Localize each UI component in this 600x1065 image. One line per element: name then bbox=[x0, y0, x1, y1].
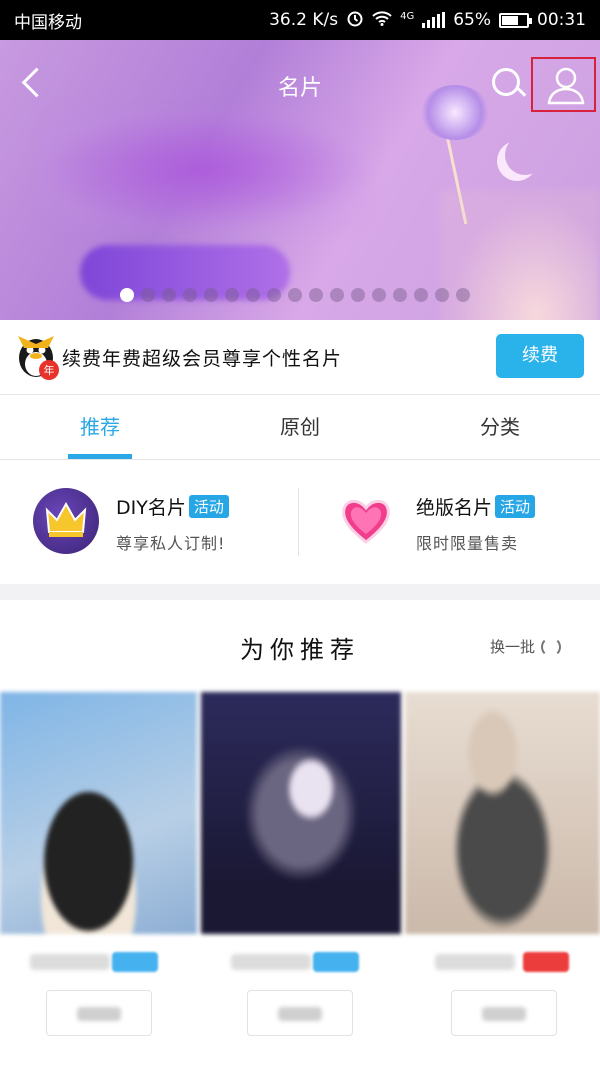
banner-headline-art bbox=[40, 110, 370, 230]
moon-icon bbox=[505, 135, 545, 175]
clock: 00:31 bbox=[537, 10, 586, 30]
refresh-label: 换一批 bbox=[490, 638, 536, 656]
banner-pager-dots[interactable] bbox=[120, 288, 470, 302]
card-action-button[interactable] bbox=[451, 990, 557, 1036]
card-tag-blurred bbox=[523, 952, 569, 972]
vip-promo-text: 续费年费超级会员尊享个性名片 bbox=[62, 348, 343, 370]
vip-renew-row: 年 续费年费超级会员尊享个性名片 续费 bbox=[0, 320, 600, 394]
card-preview-image bbox=[0, 692, 197, 934]
feature-divider bbox=[298, 488, 299, 556]
tab-original[interactable]: 原创 bbox=[268, 395, 332, 459]
pager-dot[interactable] bbox=[204, 288, 218, 302]
pager-dot[interactable] bbox=[288, 288, 302, 302]
pager-dot[interactable] bbox=[183, 288, 197, 302]
diy-card-entry[interactable]: DIY名片 活动 尊享私人订制! bbox=[0, 460, 298, 584]
svg-text:年: 年 bbox=[44, 363, 55, 377]
card-name-blurred bbox=[435, 954, 515, 970]
diy-card-subtitle: 尊享私人订制! bbox=[116, 534, 226, 553]
recommend-cards bbox=[0, 692, 600, 1065]
pager-dot[interactable] bbox=[225, 288, 239, 302]
pager-dot[interactable] bbox=[414, 288, 428, 302]
pager-dot[interactable] bbox=[162, 288, 176, 302]
card-name-blurred bbox=[231, 954, 311, 970]
pager-dot[interactable] bbox=[246, 288, 260, 302]
pager-dot[interactable] bbox=[351, 288, 365, 302]
limited-card-title-row: 绝版名片 活动 bbox=[416, 493, 536, 520]
card-preview-image bbox=[405, 692, 600, 934]
pager-dot[interactable] bbox=[309, 288, 323, 302]
recommend-card[interactable] bbox=[405, 692, 600, 1065]
card-action-button[interactable] bbox=[46, 990, 152, 1036]
recommend-card[interactable] bbox=[201, 692, 401, 1065]
activity-badge: 活动 bbox=[188, 495, 229, 518]
diy-card-title: DIY名片 bbox=[116, 497, 186, 519]
network-speed: 36.2 K/s bbox=[269, 10, 339, 30]
renew-button[interactable]: 续费 bbox=[496, 334, 584, 378]
limited-card-subtitle: 限时限量售卖 bbox=[416, 534, 519, 553]
carrier-name: 中国移动 bbox=[14, 12, 82, 33]
card-preview-image bbox=[201, 692, 401, 934]
heart-icon bbox=[338, 492, 394, 548]
signal-icon bbox=[422, 12, 446, 28]
card-action-button[interactable] bbox=[247, 990, 353, 1036]
pager-dot[interactable] bbox=[456, 288, 470, 302]
category-tabs: 推荐 原创 分类 bbox=[0, 394, 600, 460]
battery-percent: 65% bbox=[453, 10, 491, 30]
refresh-button[interactable]: 换一批 bbox=[490, 636, 562, 657]
activity-badge: 活动 bbox=[495, 495, 536, 518]
limited-card-title: 绝版名片 bbox=[416, 497, 493, 519]
battery-icon bbox=[499, 12, 532, 28]
pager-dot[interactable] bbox=[435, 288, 449, 302]
card-tag-blurred bbox=[313, 952, 359, 972]
recommend-section: 为你推荐 换一批 bbox=[0, 600, 600, 1065]
feature-entries: DIY名片 活动 尊享私人订制! 绝版名片 活动 限时限量售卖 bbox=[0, 460, 600, 584]
status-bar: 中国移动 36.2 K/s 4G 65% 00:31 bbox=[0, 0, 600, 40]
refresh-icon bbox=[541, 636, 562, 657]
user-icon bbox=[547, 67, 585, 105]
crown-icon bbox=[33, 488, 99, 554]
pager-dot[interactable] bbox=[120, 288, 134, 302]
wifi-icon bbox=[372, 10, 392, 31]
diy-card-title-row: DIY名片 活动 bbox=[116, 493, 229, 520]
qq-penguin-icon: 年 bbox=[16, 334, 60, 380]
tab-category[interactable]: 分类 bbox=[470, 395, 530, 459]
pager-dot[interactable] bbox=[330, 288, 344, 302]
alarm-icon bbox=[346, 9, 364, 32]
network-type-label: 4G bbox=[400, 10, 415, 22]
pager-dot[interactable] bbox=[267, 288, 281, 302]
card-name-blurred bbox=[30, 954, 110, 970]
card-tag-blurred bbox=[112, 952, 158, 972]
pager-dot[interactable] bbox=[393, 288, 407, 302]
pager-dot[interactable] bbox=[141, 288, 155, 302]
top-nav-bar: 名片 bbox=[0, 40, 600, 128]
limited-card-entry[interactable]: 绝版名片 活动 限时限量售卖 bbox=[300, 460, 600, 584]
tab-recommend[interactable]: 推荐 bbox=[68, 395, 132, 459]
pager-dot[interactable] bbox=[372, 288, 386, 302]
profile-button[interactable] bbox=[531, 57, 596, 112]
recommend-card[interactable] bbox=[0, 692, 197, 1065]
search-button[interactable] bbox=[488, 64, 528, 104]
